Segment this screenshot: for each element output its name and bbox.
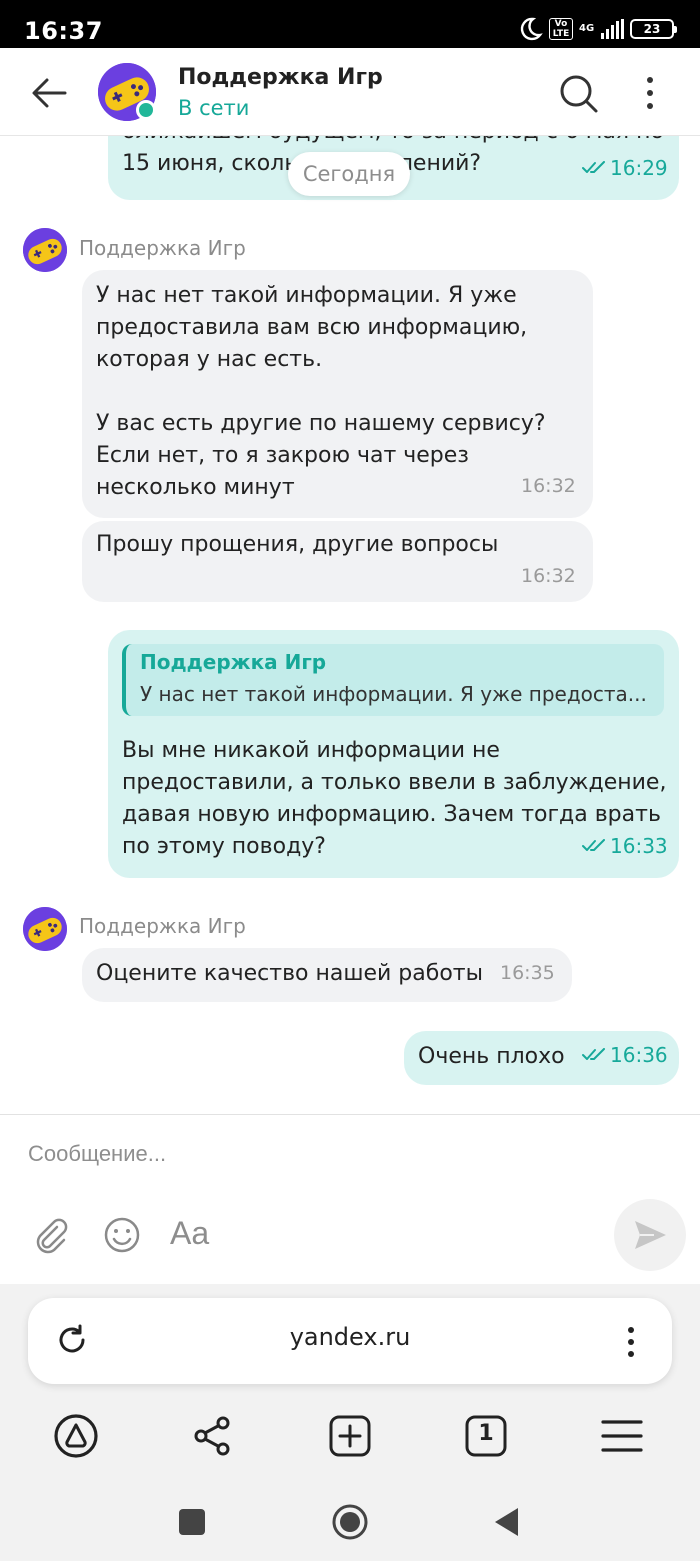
chat-header: Поддержка Игр В сети (0, 48, 700, 136)
menu-button[interactable] (596, 1410, 648, 1462)
send-icon (635, 1221, 666, 1249)
address-bar[interactable]: yandex.ru (28, 1298, 672, 1384)
share-icon (194, 1416, 230, 1456)
alice-icon (54, 1414, 98, 1458)
chat-area[interactable]: ближайшем будущем, то за период с 6 мая … (0, 136, 700, 1114)
system-back-button[interactable] (486, 1502, 526, 1542)
paperclip-icon (36, 1218, 68, 1254)
recents-button[interactable] (172, 1502, 212, 1542)
message-time: 16:36 (582, 1043, 668, 1067)
browser-toolbar: yandex.ru 1 (0, 1284, 700, 1561)
search-button[interactable] (555, 70, 601, 116)
message-composer: Aa (0, 1114, 700, 1284)
attach-button[interactable] (28, 1213, 72, 1257)
status-time: 16:37 (24, 17, 103, 45)
double-check-icon (582, 839, 605, 851)
double-check-icon (582, 1048, 605, 1060)
share-button[interactable] (186, 1410, 238, 1462)
gamepad-avatar-icon (23, 907, 67, 951)
back-icon (495, 1508, 518, 1536)
emoji-button[interactable] (100, 1213, 144, 1257)
smiley-icon (104, 1217, 140, 1253)
message-bubble-incoming[interactable]: Прошу прощения, другие вопросы 16:32 (82, 521, 593, 602)
quote-author: Поддержка Игр (140, 650, 327, 674)
moon-icon (520, 17, 543, 41)
new-tab-icon (329, 1415, 371, 1457)
home-icon (332, 1504, 368, 1540)
message-time: 16:33 (582, 834, 668, 858)
message-bubble-incoming[interactable]: У нас нет такой информации. Я уже предос… (82, 270, 593, 518)
message-time: 16:32 (521, 475, 576, 497)
message-bubble-outgoing[interactable]: Поддержка Игр У нас нет такой информации… (108, 630, 679, 878)
sender-name: Поддержка Игр (79, 914, 246, 938)
sender-avatar[interactable] (23, 228, 67, 272)
back-arrow-icon (32, 78, 67, 108)
send-button[interactable] (614, 1199, 686, 1271)
message-text: Оцените качество нашей работы (96, 961, 483, 986)
home-button[interactable] (330, 1502, 370, 1542)
more-button[interactable] (630, 70, 670, 116)
online-indicator (136, 100, 156, 120)
search-icon (560, 75, 598, 113)
double-check-icon (582, 161, 605, 173)
back-button[interactable] (26, 70, 72, 116)
recents-icon (179, 1509, 205, 1535)
date-separator: Сегодня (288, 152, 410, 196)
message-text: Прошу прощения, другие вопросы (96, 532, 499, 557)
menu-icon (601, 1420, 643, 1452)
battery-level: 23 (643, 22, 661, 36)
tab-count: 1 (478, 1421, 494, 1446)
message-time: 16:32 (521, 565, 576, 587)
message-time: 16:35 (500, 962, 555, 984)
message-time: 16:29 (582, 156, 668, 180)
sender-name: Поддержка Игр (79, 236, 246, 260)
format-button[interactable]: Aa (170, 1215, 209, 1252)
message-input[interactable] (28, 1137, 628, 1171)
new-tab-button[interactable] (324, 1410, 376, 1462)
volte-badge: Vo LTE (549, 18, 573, 40)
more-vertical-icon (647, 77, 653, 83)
message-text: Очень плохо (418, 1044, 565, 1069)
chat-status: В сети (178, 96, 250, 120)
reply-quote[interactable]: Поддержка Игр У нас нет такой информации… (122, 644, 664, 716)
address-more-button[interactable] (618, 1322, 644, 1362)
message-text: У нас нет такой информации. Я уже предос… (96, 283, 546, 500)
network-type: 4G (579, 23, 595, 34)
signal-icon (601, 19, 624, 39)
url-text[interactable]: yandex.ru (28, 1323, 672, 1351)
tabs-button[interactable]: 1 (460, 1410, 512, 1462)
gamepad-avatar-icon (23, 228, 67, 272)
status-icons: Vo LTE 4G 23 (517, 16, 677, 42)
message-bubble-outgoing[interactable]: Очень плохо 16:36 (404, 1031, 679, 1085)
status-bar: 16:37 Vo LTE 4G 23 (0, 0, 700, 48)
more-vertical-icon (628, 1327, 634, 1333)
chat-title[interactable]: Поддержка Игр (178, 65, 383, 90)
sender-avatar[interactable] (23, 907, 67, 951)
quote-text: У нас нет такой информации. Я уже предос… (140, 682, 647, 706)
message-bubble-incoming[interactable]: Оцените качество нашей работы 16:35 (82, 948, 572, 1002)
alice-button[interactable] (50, 1410, 102, 1462)
battery-icon: 23 (630, 19, 677, 39)
